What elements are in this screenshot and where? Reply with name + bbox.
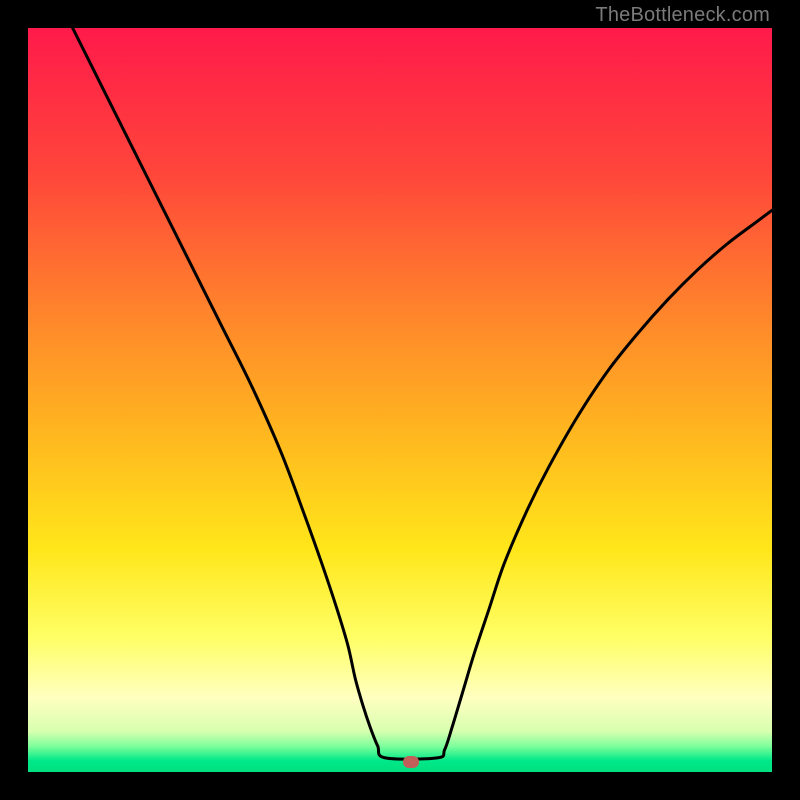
watermark-label: TheBottleneck.com bbox=[595, 4, 770, 27]
plot-area bbox=[28, 28, 772, 772]
optimal-marker-icon bbox=[403, 756, 419, 768]
chart-frame: TheBottleneck.com bbox=[0, 0, 800, 800]
bottleneck-curve bbox=[28, 28, 772, 772]
